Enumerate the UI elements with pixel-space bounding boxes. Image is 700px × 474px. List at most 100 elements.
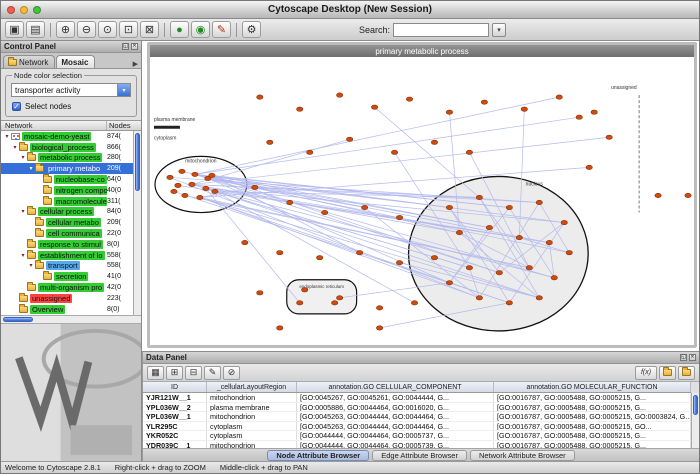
settings-icon[interactable]: ⚙ bbox=[242, 21, 261, 38]
minimize-window-icon[interactable] bbox=[20, 6, 28, 14]
tree-item[interactable]: secretion41(0 bbox=[1, 271, 133, 282]
graph-node[interactable] bbox=[371, 105, 377, 109]
tree-item[interactable]: Overview8(0) bbox=[1, 304, 133, 315]
graph-node[interactable] bbox=[456, 230, 462, 234]
tree-item[interactable]: unassigned223( bbox=[1, 293, 133, 304]
panel-toggle-icon[interactable]: ▤ bbox=[26, 21, 45, 38]
zoom-in-icon[interactable]: ⊕ bbox=[56, 21, 75, 38]
graph-node[interactable] bbox=[307, 150, 313, 154]
tree-item[interactable]: multi-organism pro42(0 bbox=[1, 282, 133, 293]
graph-node[interactable] bbox=[242, 240, 248, 244]
tree-item[interactable]: nucleobase-co64(0 bbox=[1, 174, 133, 185]
tree-item[interactable]: ▾primary metabo209( bbox=[1, 163, 133, 174]
graph-node[interactable] bbox=[476, 296, 482, 300]
graph-node[interactable] bbox=[431, 255, 437, 259]
graph-node[interactable] bbox=[506, 301, 512, 305]
tree-item[interactable]: nitrogen compo40(0 bbox=[1, 185, 133, 196]
tree-scrollbar[interactable] bbox=[133, 131, 141, 315]
column-header[interactable]: annotation.GO MOLECULAR_FUNCTION bbox=[494, 382, 691, 392]
graph-node[interactable] bbox=[576, 115, 582, 119]
graph-node[interactable] bbox=[446, 110, 452, 114]
mitochondrion-region[interactable] bbox=[155, 156, 247, 212]
graph-node[interactable] bbox=[466, 266, 472, 270]
graph-node[interactable] bbox=[506, 205, 512, 209]
zoom-selected-icon[interactable]: ⊠ bbox=[140, 21, 159, 38]
zoom-actual-icon[interactable]: ⊙ bbox=[98, 21, 117, 38]
close-panel-icon[interactable]: ✕ bbox=[131, 43, 138, 50]
graph-node[interactable] bbox=[356, 250, 362, 254]
tab-mosaic[interactable]: Mosaic bbox=[56, 55, 95, 68]
expander-icon[interactable]: ▾ bbox=[27, 165, 35, 172]
select-attributes-icon[interactable]: ▦ bbox=[147, 366, 164, 380]
import-attributes-icon[interactable] bbox=[659, 366, 676, 380]
clear-attribute-icon[interactable]: ⊘ bbox=[223, 366, 240, 380]
graph-node[interactable] bbox=[297, 301, 303, 305]
graph-node[interactable] bbox=[586, 165, 592, 169]
graph-node[interactable] bbox=[376, 326, 382, 330]
tree-item[interactable]: ▾cellular process84(0 bbox=[1, 207, 133, 218]
table-row[interactable]: YDR039C__1mitochondrion[GO:0044444, GO:0… bbox=[143, 441, 691, 448]
graph-node[interactable] bbox=[655, 193, 661, 197]
network-canvas[interactable]: plasma membrane cytoplasm mitochondrion … bbox=[150, 57, 694, 345]
graph-node[interactable] bbox=[481, 100, 487, 104]
graph-node[interactable] bbox=[411, 301, 417, 305]
graph-node[interactable] bbox=[521, 107, 527, 111]
tree-item[interactable]: ▾mosaic-demo-yeast874( bbox=[1, 131, 133, 142]
graph-node[interactable] bbox=[316, 255, 322, 259]
graph-node[interactable] bbox=[376, 306, 382, 310]
network-view-titlebar[interactable]: primary metabolic process bbox=[150, 45, 694, 57]
expander-icon[interactable]: ▾ bbox=[27, 262, 35, 269]
graph-node[interactable] bbox=[287, 200, 293, 204]
graph-node[interactable] bbox=[171, 189, 177, 193]
graph-node[interactable] bbox=[277, 250, 283, 254]
graph-node[interactable] bbox=[546, 240, 552, 244]
graph-node[interactable] bbox=[466, 150, 472, 154]
tree-item[interactable]: ▾establishment of lo558( bbox=[1, 250, 133, 261]
tree-item[interactable]: ▾biological_process866( bbox=[1, 142, 133, 153]
dropdown-arrow-icon[interactable]: ▾ bbox=[117, 84, 130, 96]
graph-node[interactable] bbox=[566, 250, 572, 254]
graph-node[interactable] bbox=[182, 193, 188, 197]
tab-node-attribute-browser[interactable]: Node Attribute Browser bbox=[267, 450, 369, 461]
close-window-icon[interactable] bbox=[7, 6, 15, 14]
float-panel-icon[interactable]: ◱ bbox=[122, 43, 129, 50]
graph-node[interactable] bbox=[591, 110, 597, 114]
edit-attribute-icon[interactable]: ✎ bbox=[204, 366, 221, 380]
graph-node[interactable] bbox=[179, 169, 185, 173]
graph-node[interactable] bbox=[431, 140, 437, 144]
graph-node[interactable] bbox=[396, 261, 402, 265]
graph-node[interactable] bbox=[336, 296, 342, 300]
graph-node[interactable] bbox=[446, 281, 452, 285]
select-nodes-checkbox[interactable]: ✓ bbox=[12, 102, 21, 111]
graph-node[interactable] bbox=[321, 210, 327, 214]
graph-node[interactable] bbox=[556, 95, 562, 99]
graph-node[interactable] bbox=[406, 97, 412, 101]
delete-attribute-icon[interactable]: ⊟ bbox=[185, 366, 202, 380]
graph-node[interactable] bbox=[175, 183, 181, 187]
graph-node[interactable] bbox=[331, 301, 337, 305]
expander-icon[interactable]: ▾ bbox=[19, 252, 27, 259]
search-input[interactable] bbox=[393, 23, 489, 37]
column-header[interactable]: annotation.GO CELLULAR_COMPONENT bbox=[297, 382, 494, 392]
tab-overflow-icon[interactable]: ▶ bbox=[130, 60, 141, 68]
tree-item[interactable]: macromolecule311( bbox=[1, 196, 133, 207]
table-row[interactable]: YKR052Ccytoplasm[GO:0044444, GO:0044464,… bbox=[143, 431, 691, 441]
graph-node[interactable] bbox=[516, 235, 522, 239]
table-row[interactable]: YJR121W__1mitochondrion[GO:0045267, GO:0… bbox=[143, 393, 691, 403]
graph-node[interactable] bbox=[606, 135, 612, 139]
graph-node[interactable] bbox=[302, 288, 308, 292]
tree-horizontal-scrollbar[interactable] bbox=[1, 315, 141, 324]
graph-node[interactable] bbox=[267, 140, 273, 144]
graph-node[interactable] bbox=[167, 175, 173, 179]
graph-node[interactable] bbox=[257, 291, 263, 295]
network-overview-icon[interactable]: ● bbox=[170, 21, 189, 38]
graph-node[interactable] bbox=[192, 172, 198, 176]
graph-node[interactable] bbox=[361, 205, 367, 209]
export-attributes-icon[interactable] bbox=[678, 366, 695, 380]
graph-node[interactable] bbox=[212, 189, 218, 193]
graph-node[interactable] bbox=[391, 150, 397, 154]
graph-node[interactable] bbox=[396, 215, 402, 219]
zoom-window-icon[interactable] bbox=[33, 6, 41, 14]
graph-node[interactable] bbox=[346, 137, 352, 141]
graph-node[interactable] bbox=[297, 107, 303, 111]
